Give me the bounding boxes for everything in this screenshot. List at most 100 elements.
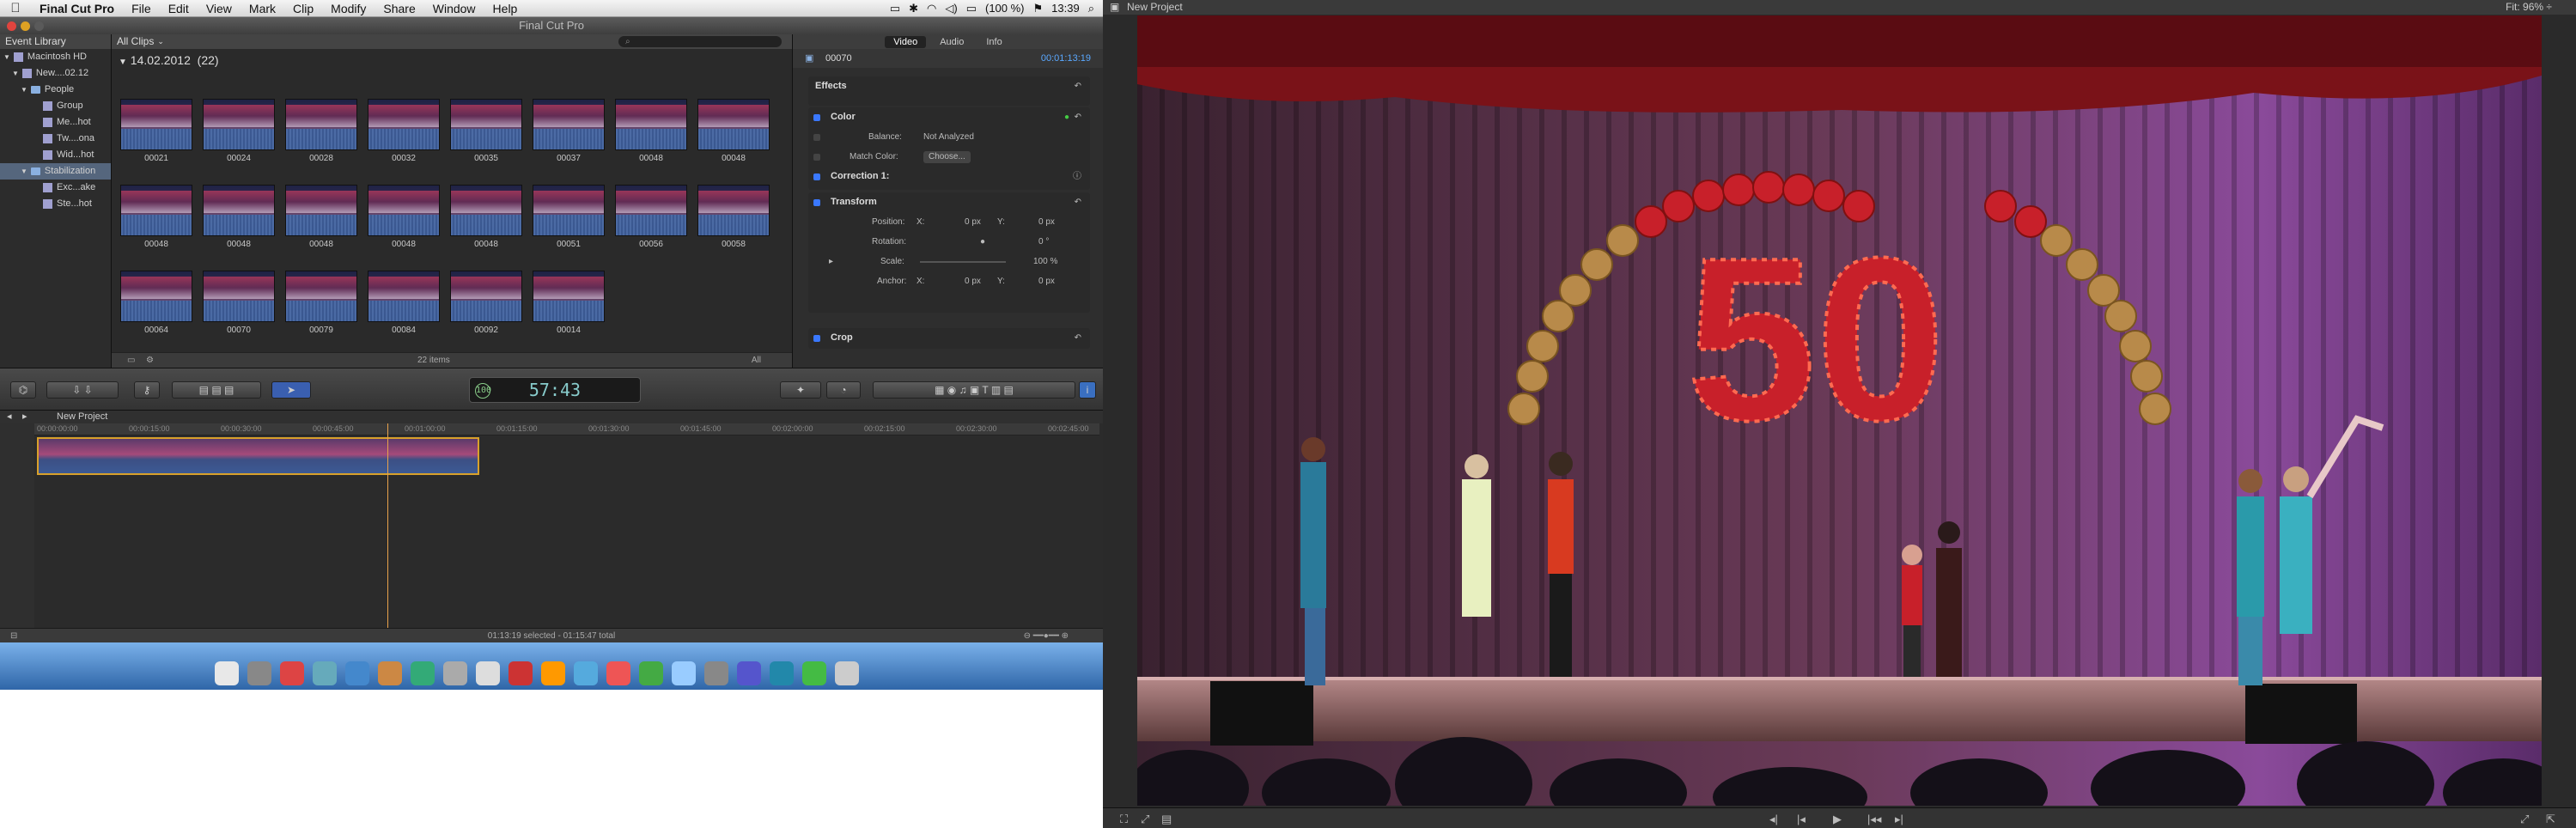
tab-info[interactable]: Info [977,36,1010,48]
correction-checkbox[interactable] [813,174,820,180]
reset-icon[interactable]: ↶ [1075,192,1081,212]
dvd-icon[interactable] [639,661,663,685]
select-tool-icon[interactable]: ➤ [271,381,311,399]
timecode-display[interactable]: 57:43 [529,380,581,400]
battery-icon[interactable]: ▭ [966,2,977,15]
play-icon[interactable]: ▶ [1833,813,1842,826]
library-item[interactable]: Ste...hot [0,196,111,212]
reset-icon[interactable]: ↶ [1075,107,1081,127]
exit-viewer-icon[interactable]: ⇱ [2546,813,2555,826]
clip-thumbnail[interactable]: 00092 [450,271,522,346]
preview-icon[interactable] [574,661,598,685]
gear-icon[interactable]: ⚙ [146,353,154,368]
forward-icon[interactable]: ▸ [22,411,27,423]
enhance-icon[interactable]: ✦ [780,381,821,399]
trash-icon[interactable] [835,661,859,685]
tab-video[interactable]: Video [885,35,927,48]
library-item[interactable]: Exc...ake [0,180,111,196]
photo-booth-icon[interactable] [509,661,533,685]
screen-icon[interactable] [737,661,761,685]
color-enable-checkbox[interactable] [813,114,820,121]
retime-icon[interactable]: ◔ [826,381,861,399]
position-x-value[interactable]: 0 px [965,212,981,232]
playhead[interactable] [387,423,388,628]
minimize-icon[interactable] [21,21,30,31]
screen-icon[interactable]: ▭ [890,2,900,15]
reset-icon[interactable]: ↶ [1075,328,1081,348]
calendar-icon[interactable] [411,661,435,685]
anchor-y-value[interactable]: 0 px [1038,271,1055,291]
scale-value[interactable]: 100 % [1033,252,1057,271]
library-item[interactable]: Wid...hot [0,147,111,163]
clip-thumbnail[interactable]: 00056 [615,185,687,260]
clip-thumbnail[interactable]: 00028 [285,99,357,174]
reset-icon[interactable]: ↶ [1075,76,1081,96]
zoom-icon[interactable] [34,21,44,31]
timeline-clip[interactable] [37,437,479,475]
clip-thumbnail[interactable]: 00048 [285,185,357,260]
volume-icon[interactable]: ◁) [945,2,957,15]
itunes-icon[interactable] [443,661,467,685]
transform-tool-icon[interactable]: ⤢ [1141,813,1149,826]
close-icon[interactable] [7,21,16,31]
rotation-dial[interactable]: ● [980,232,985,252]
mail-icon[interactable] [345,661,369,685]
record-voiceover-icon[interactable]: ⌬ [10,381,36,399]
anchor-x-value[interactable]: 0 px [965,271,981,291]
flag-icon[interactable]: ⚑ [1033,2,1044,15]
choose-button[interactable]: Choose... [923,151,971,163]
fit-zoom[interactable]: Fit: 96% ÷ [2506,0,2552,15]
previous-frame-icon[interactable]: ◂| [1769,813,1778,826]
library-item[interactable]: Group [0,98,111,114]
crop-checkbox[interactable] [813,335,820,342]
filmstrip-icon[interactable]: ▭ [127,353,135,368]
menu-clip[interactable]: Clip [284,2,322,15]
clip-thumbnail[interactable]: 00035 [450,99,522,174]
menu-file[interactable]: File [123,2,160,15]
clip-thumbnail[interactable]: 00064 [120,271,192,346]
skip-back-icon[interactable]: |◂◂ [1867,813,1881,826]
info-icon[interactable]: ⓘ [1073,167,1081,186]
timeline-index-icon[interactable]: ⊟ [10,629,17,643]
viewer-options-icon[interactable]: ⛶ [1120,813,1128,826]
clip-thumbnail[interactable]: 00058 [697,185,770,260]
mission-control-icon[interactable] [280,661,304,685]
menu-app-name[interactable]: Final Cut Pro [31,2,123,15]
clip-thumbnail[interactable]: 00037 [533,99,605,174]
library-item[interactable]: Me...hot [0,114,111,131]
match-color-checkbox[interactable] [813,154,820,161]
clip-thumbnail[interactable]: 00048 [368,185,440,260]
menu-help[interactable]: Help [484,2,527,15]
clip-thumbnail[interactable]: 00048 [697,99,770,174]
library-item[interactable]: ▼ New....02.12 [0,65,111,82]
clock[interactable]: 13:39 [1051,2,1080,15]
word-icon[interactable] [672,661,696,685]
iphoto-icon[interactable] [541,661,565,685]
inspector-toggle-icon[interactable]: i [1079,381,1096,399]
library-item[interactable]: ▼ Macintosh HD [0,49,111,65]
clip-thumbnail[interactable]: 00051 [533,185,605,260]
position-y-value[interactable]: 0 px [1038,212,1055,232]
library-item[interactable]: ▼ Stabilization [0,163,111,180]
clip-thumbnail[interactable]: 00079 [285,271,357,346]
clip-thumbnail[interactable]: 00048 [450,185,522,260]
transform-checkbox[interactable] [813,199,820,206]
menu-edit[interactable]: Edit [160,2,198,15]
menu-modify[interactable]: Modify [322,2,375,15]
wifi-icon[interactable]: ◠ [927,2,936,15]
garageband-icon[interactable] [606,661,630,685]
effects-tool-icon[interactable]: ▤ [1161,813,1172,826]
apple-icon[interactable]:  [0,1,31,15]
fullscreen-icon[interactable]: ⤢ [2520,813,2529,826]
menu-mark[interactable]: Mark [241,2,284,15]
library-item[interactable]: ▼ People [0,82,111,98]
clip-thumbnail[interactable]: 00048 [615,99,687,174]
rewind-icon[interactable]: |◂ [1797,813,1806,826]
back-icon[interactable]: ◂ [7,411,12,423]
library-item[interactable]: Tw....ona [0,131,111,147]
color-board-icon[interactable]: ● [1064,107,1069,127]
clip-thumbnail[interactable]: 00032 [368,99,440,174]
battery-percent[interactable]: (100 %) [985,2,1025,15]
media-browser-buttons[interactable]: ▦ ◉ ♫ ▣ T ▥ ▤ [873,381,1075,399]
edit-buttons[interactable]: ▤ ▤ ▤ [172,381,261,399]
